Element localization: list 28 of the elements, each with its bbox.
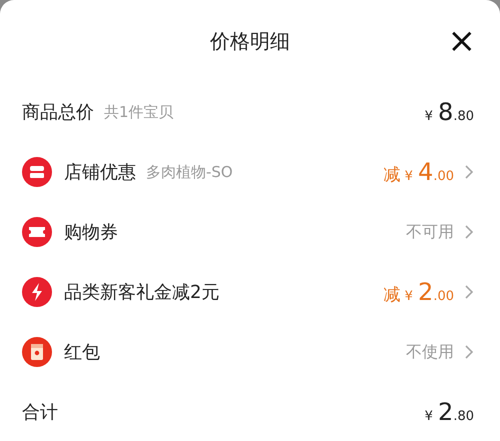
shop-icon (22, 157, 52, 187)
sheet-title: 价格明细 (210, 28, 290, 54)
price-amount: 减 ¥ 4.00 (384, 158, 454, 186)
price-amount: 减 ¥ 2.00 (384, 278, 454, 306)
discount-row[interactable]: 红包 不使用 (0, 322, 500, 382)
price-amount: ¥ 8.80 (424, 98, 474, 126)
chevron-icon (464, 164, 474, 180)
chevron-icon (464, 224, 474, 240)
lightning-icon (22, 277, 52, 307)
row-label: 红包 (64, 341, 100, 364)
ticket-icon (22, 217, 52, 247)
chevron-icon (464, 344, 474, 360)
price-amount: ¥ 2.80 (424, 398, 474, 426)
discount-row[interactable]: 购物券 不可用 (0, 202, 500, 262)
row-note: 共1件宝贝 (104, 102, 174, 122)
row-note: 多肉植物-SO (146, 162, 233, 182)
close-button[interactable]: × (444, 24, 480, 58)
chevron-icon (464, 284, 474, 300)
discount-row[interactable]: 品类新客礼金减2元 减 ¥ 2.00 (0, 262, 500, 322)
row-label: 合计 (22, 401, 58, 424)
row-label: 商品总价 (22, 101, 94, 124)
status-text: 不可用 (406, 222, 454, 242)
row-label: 店铺优惠 (64, 161, 136, 184)
envelope-icon (22, 337, 52, 367)
row-label: 购物券 (64, 221, 118, 244)
row-label: 品类新客礼金减2元 (64, 281, 220, 304)
discount-row[interactable]: 店铺优惠 多肉植物-SO 减 ¥ 4.00 (0, 142, 500, 202)
status-text: 不使用 (406, 342, 454, 362)
